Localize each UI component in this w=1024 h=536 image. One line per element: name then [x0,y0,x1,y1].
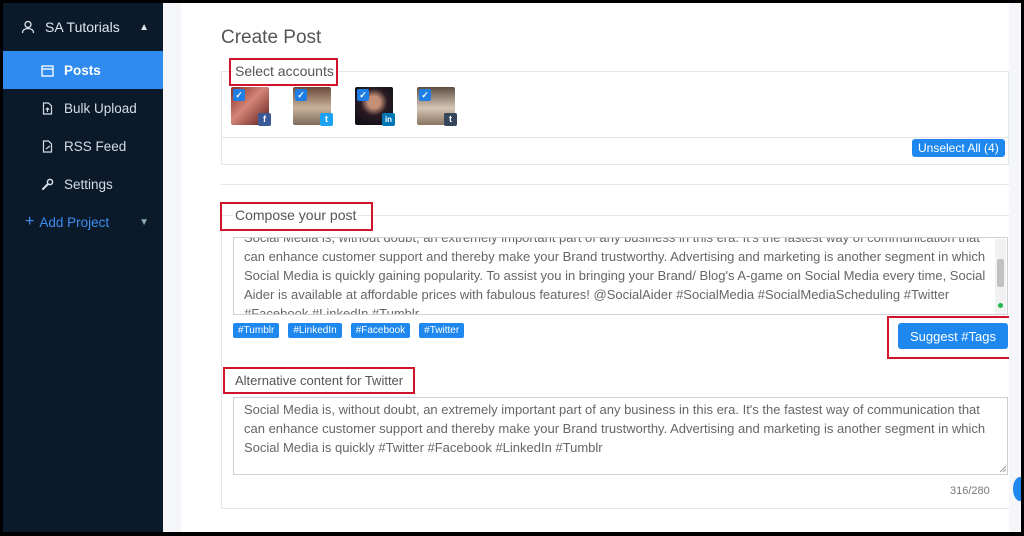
sidebar: SA Tutorials ▲ Posts Bulk Upload RSS Fee… [3,3,163,532]
sidebar-item-label: Posts [64,62,101,78]
divider [221,137,1019,138]
sidebar-item-posts[interactable]: Posts [3,51,163,89]
wrench-icon [41,178,54,191]
resize-handle-icon[interactable] [999,465,1007,473]
checkbox-checked-icon[interactable]: ✓ [419,89,431,101]
chevron-up-icon: ▲ [139,21,149,33]
compose-textarea[interactable]: Social Media is, without doubt, an extre… [233,237,1008,315]
facebook-icon: f [258,113,271,126]
sidebar-item-label: Bulk Upload [64,100,137,116]
account-avatar-facebook[interactable]: ✓ f [231,87,271,126]
sidebar-item-rss-feed[interactable]: RSS Feed [3,127,163,165]
tag-chip[interactable]: #LinkedIn [288,323,342,338]
highlight-box [229,58,338,86]
twitter-icon: t [320,113,333,126]
file-icon [41,139,54,153]
char-counter: 316/280 [950,485,990,497]
calendar-icon [41,64,54,77]
tag-list: #Tumblr #LinkedIn #Facebook #Twitter [233,323,465,338]
sidebar-item-settings[interactable]: Settings [3,165,163,203]
file-upload-icon [41,101,54,115]
highlight-box [223,367,415,394]
account-avatar-linkedin[interactable]: ✓ in [355,87,395,126]
add-project-label: Add Project [39,214,110,230]
highlight-box [220,202,373,231]
linkedin-icon: in [382,113,395,126]
compose-text: Social Media is, without doubt, an extre… [244,237,986,315]
sidebar-item-bulk-upload[interactable]: Bulk Upload [3,89,163,127]
status-dot-icon [998,303,1003,308]
chevron-down-icon: ▼ [139,216,149,228]
account-list: ✓ f ✓ t ✓ in ✓ t [231,87,457,126]
highlight-box [887,316,1019,359]
page-title: Create Post [221,27,322,48]
account-avatar-twitter[interactable]: ✓ t [293,87,333,126]
divider [221,184,1019,185]
tag-chip[interactable]: #Tumblr [233,323,280,338]
alt-twitter-text: Social Media is, without doubt, an extre… [244,402,986,455]
page-edge [1009,3,1021,532]
unselect-all-button[interactable]: Unselect All (4) [912,139,1005,157]
help-bubble-icon[interactable] [1013,477,1021,501]
add-project-button[interactable]: + Add Project ▼ [3,203,163,241]
scrollbar-thumb[interactable] [997,259,1004,287]
tag-chip[interactable]: #Twitter [419,323,465,338]
plus-icon: + [25,213,35,230]
app-window: SA Tutorials ▲ Posts Bulk Upload RSS Fee… [3,3,1021,532]
user-icon [21,20,35,34]
main-content: Create Post Select accounts ✓ f ✓ t ✓ in… [181,3,1021,532]
alt-twitter-textarea[interactable]: Social Media is, without doubt, an extre… [233,397,1008,475]
tumblr-icon: t [444,113,457,126]
project-name: SA Tutorials [45,19,120,35]
checkbox-checked-icon[interactable]: ✓ [357,89,369,101]
project-selector[interactable]: SA Tutorials ▲ [3,3,163,51]
sidebar-item-label: Settings [64,176,113,192]
scrollbar[interactable] [995,239,1006,314]
checkbox-checked-icon[interactable]: ✓ [295,89,307,101]
tag-chip[interactable]: #Facebook [350,323,411,338]
checkbox-checked-icon[interactable]: ✓ [233,89,245,101]
sidebar-item-label: RSS Feed [64,138,127,154]
account-avatar-tumblr[interactable]: ✓ t [417,87,457,126]
